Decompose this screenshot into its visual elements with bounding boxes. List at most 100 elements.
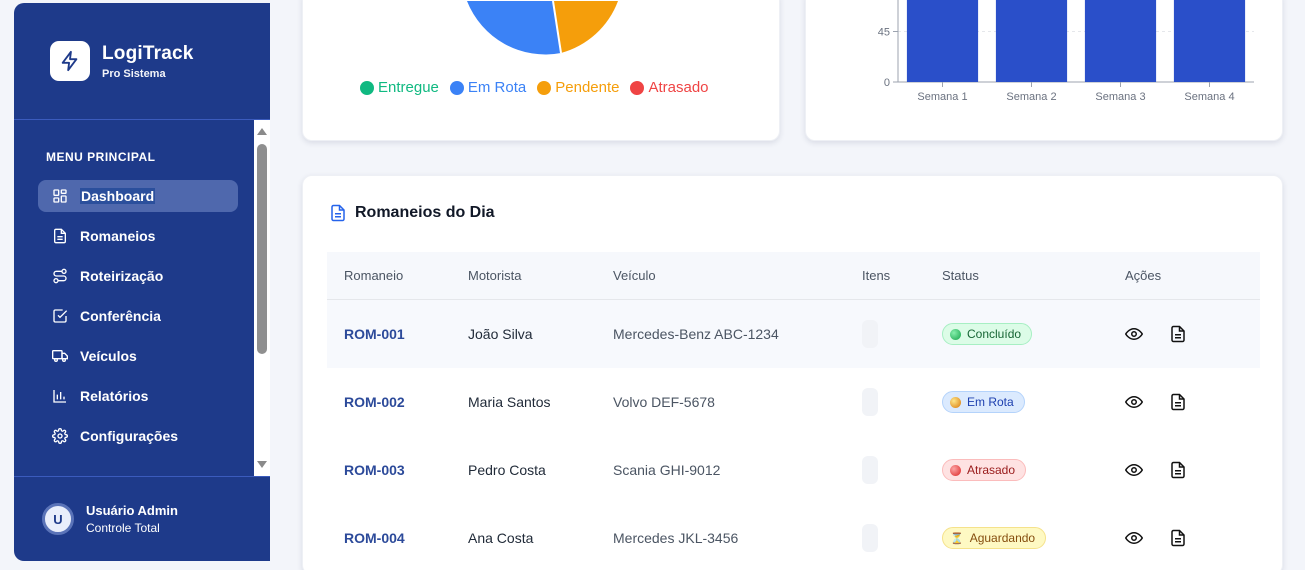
column-header-veiculo[interactable]: Veículo [613,268,656,283]
legend-label: Atrasado [648,79,709,96]
orange-dot-icon [950,396,961,408]
status-badge: ⏳ Aguardando [942,527,1047,549]
bar-semana-3 [1084,0,1157,82]
brand[interactable]: LogiTrack Pro Sistema [50,41,194,81]
legend-label: Em Rota [467,79,527,96]
user-role: Controle Total [86,521,160,535]
table-row[interactable]: ROM-001 João Silva Mercedes-Benz ABC-123… [327,300,1260,368]
table-row[interactable]: ROM-003 Pedro Costa Scania GHI-9012 Atra… [327,436,1260,504]
legend-item-em-rota[interactable]: Em Rota [449,79,527,96]
grid-icon [53,189,67,203]
items-count-placeholder [862,524,878,552]
user-profile[interactable]: U Usuário Admin Controle Total [42,503,178,535]
column-header-itens[interactable]: Itens [862,268,890,283]
romaneio-id-link[interactable]: ROM-002 [344,394,405,410]
legend-item-pendente[interactable]: Pendente [537,79,619,96]
legend-label: Pendente [555,79,620,96]
sidebar-item-configuracoes[interactable]: Configurações [38,420,238,452]
gear-icon [52,428,68,444]
items-count-placeholder [862,388,878,416]
sidebar-item-conferencia[interactable]: Conferência [38,300,238,332]
table-row[interactable]: ROM-004 Ana Costa Mercedes JKL-3456 ⏳ Agu… [327,504,1260,570]
green-dot-icon [950,328,961,340]
sidebar-item-label: Conferência [80,308,161,324]
legend-dot [360,80,374,95]
items-count-placeholder [862,320,878,348]
column-header-acoes: Ações [1125,268,1162,283]
weekly-bar-chart: 0 45 Semana 1 Semana 2 Semana 3 Semana 4 [878,0,1254,103]
romaneio-id-link[interactable]: ROM-003 [344,462,405,478]
divider [14,119,270,120]
scroll-up-arrow-icon[interactable] [257,128,267,135]
sidebar-scrollbar[interactable] [254,120,270,476]
romaneios-table: Romaneio Motorista Veículo Itens Status … [327,252,1260,570]
legend-item-entregue[interactable]: Entregue [360,79,439,96]
sidebar-item-relatorios[interactable]: Relatórios [38,380,238,412]
divider [14,476,270,477]
driver-name: João Silva [468,326,533,342]
sidebar-item-roteirizacao[interactable]: Roteirização [38,260,238,292]
sidebar-item-label: Romaneios [80,228,156,244]
bar-semana-2 [995,0,1068,82]
sidebar: LogiTrack Pro Sistema MENU PRINCIPAL Das… [14,3,270,561]
pie-legend: Entregue Em Rota Pendente Atrasado [360,79,720,96]
eye-icon[interactable] [1125,529,1143,547]
sidebar-item-veiculos[interactable]: Veículos [38,340,238,372]
checkbox-icon [53,309,68,323]
vehicle-name: Volvo DEF-5678 [613,394,715,410]
status-label: Em Rota [967,395,1014,409]
vehicle-name: Mercedes-Benz ABC-1234 [613,326,779,342]
x-tick-label: Semana 2 [1006,91,1056,103]
vehicle-name: Mercedes JKL-3456 [613,530,739,546]
user-name: Usuário Admin [86,503,178,518]
document-icon[interactable] [1169,393,1187,411]
table-row[interactable]: ROM-002 Maria Santos Volvo DEF-5678 Em R… [327,368,1260,436]
brand-subtitle: Pro Sistema [102,67,166,80]
scroll-down-arrow-icon[interactable] [257,461,267,468]
eye-icon[interactable] [1125,393,1143,411]
document-icon [331,204,345,222]
document-icon[interactable] [1169,325,1187,343]
legend-label: Entregue [378,79,439,96]
table-header: Romaneio Motorista Veículo Itens Status … [327,252,1260,300]
status-label: Concluído [967,327,1022,341]
eye-icon[interactable] [1125,461,1143,479]
x-tick-label: Semana 1 [917,91,967,103]
row-actions [1125,461,1213,479]
vehicle-name: Scania GHI-9012 [613,462,721,478]
avatar-initial: U [53,511,63,527]
column-header-romaneio[interactable]: Romaneio [344,268,403,283]
romaneio-id-link[interactable]: ROM-001 [344,326,405,342]
legend-dot [630,80,645,95]
legend-item-atrasado[interactable]: Atrasado [630,79,709,96]
sidebar-item-dashboard[interactable]: Dashboard [38,180,238,212]
status-badge: Concluído [942,323,1033,345]
scrollbar-thumb[interactable] [257,144,267,354]
menu-section-title: MENU PRINCIPAL [46,150,156,164]
x-tick-label: Semana 3 [1095,91,1145,103]
driver-name: Pedro Costa [468,462,546,478]
sidebar-item-label: Dashboard [80,188,156,204]
document-icon [54,228,66,244]
avatar: U [42,503,74,535]
eye-icon[interactable] [1125,325,1143,343]
document-icon[interactable] [1169,461,1187,479]
truck-icon [52,350,68,362]
table-title-text: Romaneios do Dia [355,204,495,221]
bar-semana-1 [906,0,979,82]
column-header-motorista[interactable]: Motorista [468,268,521,283]
romaneio-id-link[interactable]: ROM-004 [344,530,405,546]
row-actions [1125,325,1213,343]
status-badge: Em Rota [942,391,1025,413]
row-actions [1125,393,1213,411]
column-header-status[interactable]: Status [942,268,979,283]
legend-dot [449,80,464,95]
sidebar-item-romaneios[interactable]: Romaneios [38,220,238,252]
status-pie-card: Entregue Em Rota Pendente Atrasado [302,0,780,141]
status-badge: Atrasado [942,459,1027,481]
hourglass-icon: ⏳ [950,532,964,545]
status-pie-chart [467,0,618,55]
document-icon[interactable] [1169,529,1187,547]
row-actions [1125,529,1213,547]
sidebar-item-label: Configurações [80,428,179,444]
